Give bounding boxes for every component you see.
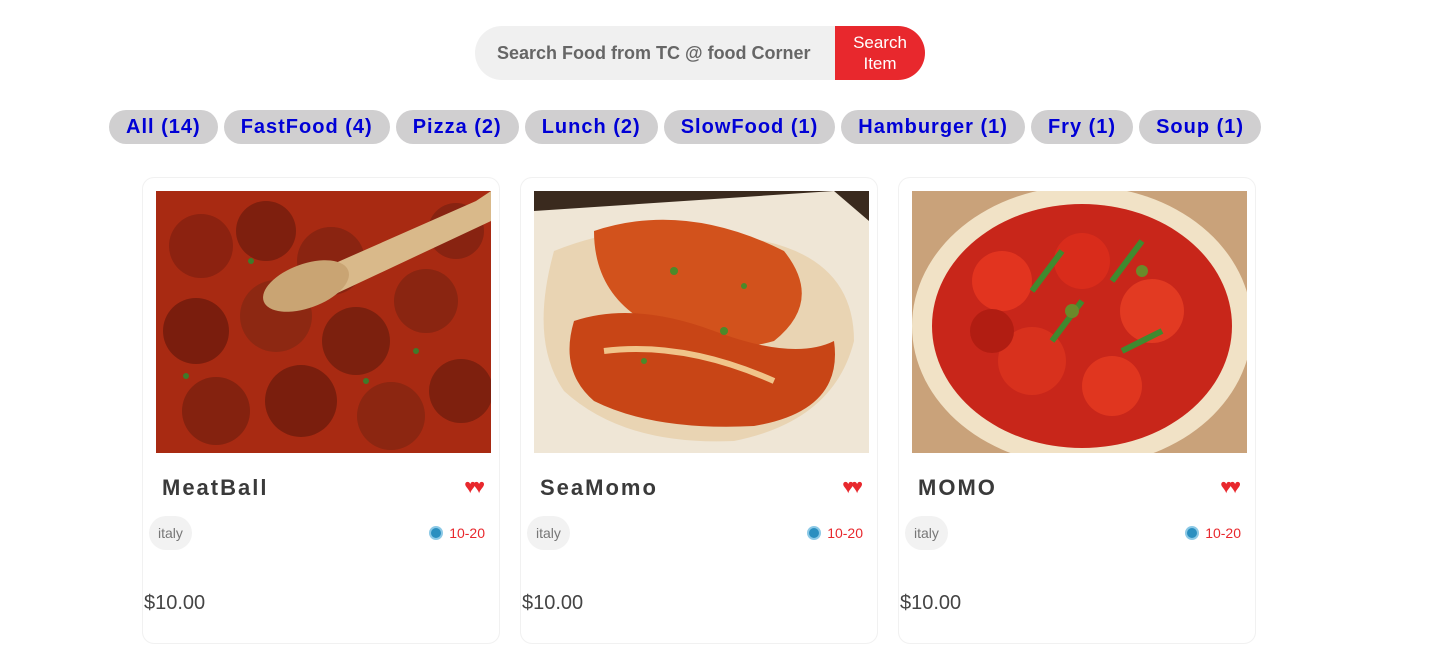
filter-chip-lunch[interactable]: Lunch (2) — [524, 110, 658, 144]
clock-icon — [429, 526, 444, 540]
food-name: MeatBall — [162, 475, 269, 500]
filter-chip-fastfood[interactable]: FastFood (4) — [223, 110, 390, 144]
food-name: SeaMomo — [540, 475, 658, 500]
favorite-heart-icon[interactable]: ♥♥ — [464, 476, 485, 499]
cook-time: 10-20 — [807, 525, 863, 541]
category-filter-bar: All (14) FastFood (4) Pizza (2) Lunch (2… — [109, 110, 1262, 144]
cook-time: 10-20 — [1185, 525, 1241, 541]
seamomo-image — [534, 191, 869, 453]
filter-chip-hamburger[interactable]: Hamburger (1) — [841, 110, 1025, 144]
filter-chip-all[interactable]: All (14) — [109, 110, 218, 144]
food-card[interactable]: MeatBall ♥♥ italy 10-20 $10.00 — [142, 177, 500, 644]
search-bar: Search Item — [475, 26, 925, 80]
cook-time: 10-20 — [429, 525, 485, 541]
clock-icon — [1185, 526, 1200, 540]
food-card[interactable]: SeaMomo ♥♥ italy 10-20 $10.00 — [520, 177, 878, 644]
search-input[interactable] — [475, 26, 835, 80]
search-item-button[interactable]: Search Item — [835, 26, 925, 80]
origin-badge: italy — [527, 516, 570, 550]
origin-badge: italy — [149, 516, 192, 550]
food-price: $10.00 — [522, 592, 584, 614]
cook-time-value: 10-20 — [827, 525, 863, 541]
cook-time-value: 10-20 — [449, 525, 485, 541]
food-card-grid: MeatBall ♥♥ italy 10-20 $10.00 SeaMomo ♥… — [142, 177, 1256, 644]
clock-icon — [807, 526, 822, 540]
filter-chip-fry[interactable]: Fry (1) — [1030, 110, 1134, 144]
food-price: $10.00 — [144, 592, 206, 614]
favorite-heart-icon[interactable]: ♥♥ — [842, 476, 863, 499]
food-name: MOMO — [918, 475, 997, 500]
cook-time-value: 10-20 — [1205, 525, 1241, 541]
favorite-heart-icon[interactable]: ♥♥ — [1220, 476, 1241, 499]
momo-image — [912, 191, 1247, 453]
filter-chip-soup[interactable]: Soup (1) — [1139, 110, 1262, 144]
filter-chip-slowfood[interactable]: SlowFood (1) — [663, 110, 836, 144]
filter-chip-pizza[interactable]: Pizza (2) — [395, 110, 519, 144]
food-price: $10.00 — [900, 592, 962, 614]
food-card[interactable]: MOMO ♥♥ italy 10-20 $10.00 — [898, 177, 1256, 644]
meatball-image — [156, 191, 491, 453]
origin-badge: italy — [905, 516, 948, 550]
